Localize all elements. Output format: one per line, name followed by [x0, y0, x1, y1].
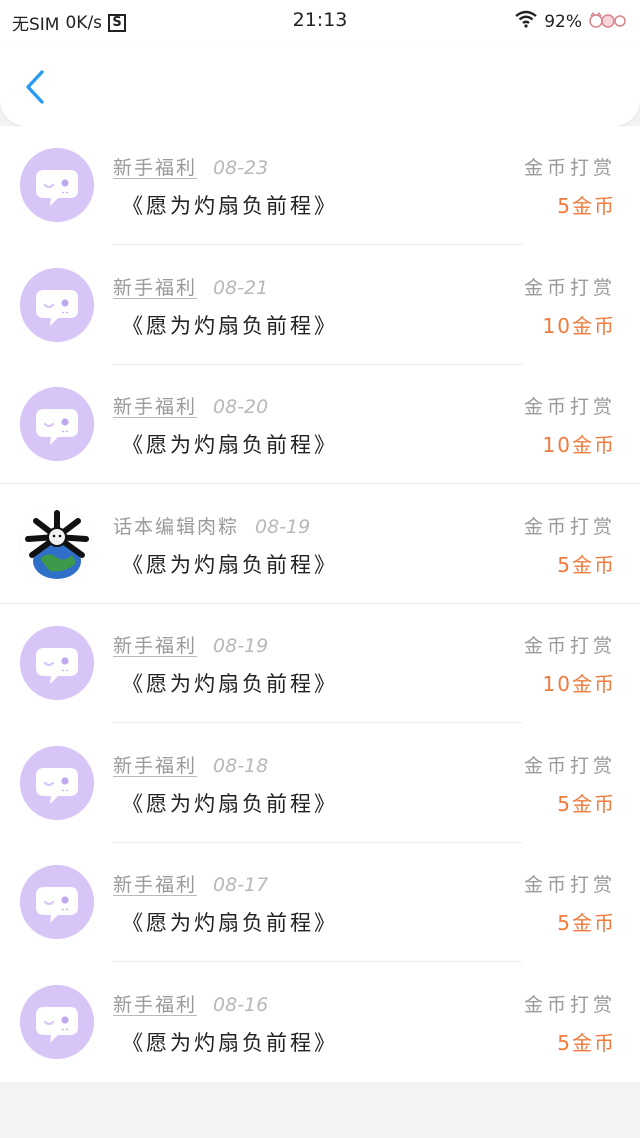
- sender-name[interactable]: 新手福利: [113, 751, 197, 778]
- nav-bar: [0, 42, 640, 126]
- sender-name[interactable]: 新手福利: [113, 870, 197, 897]
- reward-type: 金币打赏: [523, 993, 616, 1016]
- reward-date: 08-17: [213, 874, 269, 896]
- sender-name[interactable]: 话本编辑肉粽: [113, 512, 239, 539]
- chat-bubble-avatar[interactable]: [20, 745, 94, 820]
- sender-name[interactable]: 新手福利: [113, 392, 197, 419]
- chat-bubble-avatar[interactable]: [20, 626, 94, 700]
- reward-amount: 5金币: [557, 1030, 616, 1055]
- chat-bubble-avatar[interactable]: [20, 267, 94, 342]
- reward-row[interactable]: 新手福利 08-16 《愿为灼扇负前程》 金币打赏 5金币: [0, 963, 640, 1083]
- reward-date: 08-21: [213, 276, 269, 299]
- book-title: 《愿为灼扇负前程》: [122, 313, 338, 338]
- reward-date: 08-18: [213, 754, 269, 777]
- reward-type: 金币打赏: [523, 157, 616, 179]
- row-meta: 新手福利 08-17: [113, 870, 268, 897]
- reward-amount: 5金币: [557, 552, 616, 577]
- row-meta: 新手福利 08-19: [113, 631, 268, 658]
- reward-row[interactable]: 新手福利 08-23 《愿为灼扇负前程》 金币打赏 5金币: [0, 126, 640, 246]
- reward-row[interactable]: 新手福利 08-17 《愿为灼扇负前程》 金币打赏 5金币: [0, 843, 640, 963]
- book-title: 《愿为灼扇负前程》: [122, 552, 338, 577]
- reward-amount: 10金币: [542, 313, 616, 338]
- book-title: 《愿为灼扇负前程》: [122, 1030, 338, 1055]
- reward-type: 金币打赏: [523, 874, 616, 896]
- row-meta: 新手福利 08-21: [113, 273, 268, 300]
- earth-bones-avatar[interactable]: [20, 506, 94, 581]
- book-title: 《愿为灼扇负前程》: [122, 433, 338, 457]
- reward-list: 新手福利 08-23 《愿为灼扇负前程》 金币打赏 5金币 新手福利 08-21…: [0, 126, 640, 1082]
- reward-amount: 5金币: [557, 791, 616, 816]
- sender-name[interactable]: 新手福利: [113, 153, 197, 180]
- battery-level: 92%: [544, 11, 582, 32]
- reward-amount: 10金币: [542, 672, 616, 696]
- row-meta: 新手福利 08-18: [113, 751, 268, 778]
- reward-date: 08-16: [213, 993, 269, 1016]
- reward-row[interactable]: 新手福利 08-21 《愿为灼扇负前程》 金币打赏 10金币: [0, 246, 640, 366]
- book-title: 《愿为灼扇负前程》: [122, 911, 338, 935]
- sender-name[interactable]: 新手福利: [113, 273, 197, 300]
- reward-type: 金币打赏: [523, 754, 616, 777]
- row-meta: 新手福利 08-23: [113, 153, 268, 180]
- row-meta: 新手福利 08-16: [113, 990, 268, 1017]
- reward-date: 08-19: [255, 515, 311, 538]
- reward-date: 08-23: [213, 157, 269, 179]
- reward-type: 金币打赏: [523, 635, 616, 657]
- reward-amount: 5金币: [557, 911, 616, 935]
- chat-bubble-avatar[interactable]: [20, 148, 94, 222]
- book-title: 《愿为灼扇负前程》: [122, 194, 338, 218]
- reward-amount: 10金币: [542, 433, 616, 457]
- reward-row[interactable]: 新手福利 08-20 《愿为灼扇负前程》 金币打赏 10金币: [0, 365, 640, 485]
- reward-row[interactable]: 新手福利 08-19 《愿为灼扇负前程》 金币打赏 10金币: [0, 604, 640, 724]
- chat-bubble-avatar[interactable]: [20, 865, 94, 939]
- chat-bubble-avatar[interactable]: [20, 984, 94, 1059]
- sender-name[interactable]: 新手福利: [113, 990, 197, 1017]
- row-meta: 新手福利 08-20: [113, 392, 268, 419]
- reward-date: 08-19: [213, 635, 269, 657]
- chat-bubble-avatar[interactable]: [20, 387, 94, 461]
- sender-name[interactable]: 新手福利: [113, 631, 197, 658]
- reward-type: 金币打赏: [523, 396, 616, 418]
- reward-row[interactable]: 话本编辑肉粽 08-19 《愿为灼扇负前程》 金币打赏 5金币: [0, 485, 640, 605]
- reward-type: 金币打赏: [523, 276, 616, 299]
- wifi-icon: [514, 10, 538, 33]
- book-title: 《愿为灼扇负前程》: [122, 672, 338, 696]
- status-right: 92%: [514, 10, 626, 33]
- reward-date: 08-20: [213, 396, 269, 418]
- back-button[interactable]: [18, 64, 58, 110]
- reward-type: 金币打赏: [523, 515, 616, 538]
- battery-cat-icon: [588, 11, 626, 32]
- reward-row[interactable]: 新手福利 08-18 《愿为灼扇负前程》 金币打赏 5金币: [0, 724, 640, 844]
- chevron-left-icon: [26, 70, 44, 104]
- book-title: 《愿为灼扇负前程》: [122, 791, 338, 816]
- status-bar: 无SIM 0K/s S 21:13 92%: [0, 0, 640, 42]
- reward-amount: 5金币: [557, 194, 616, 218]
- row-meta: 话本编辑肉粽 08-19: [113, 512, 310, 539]
